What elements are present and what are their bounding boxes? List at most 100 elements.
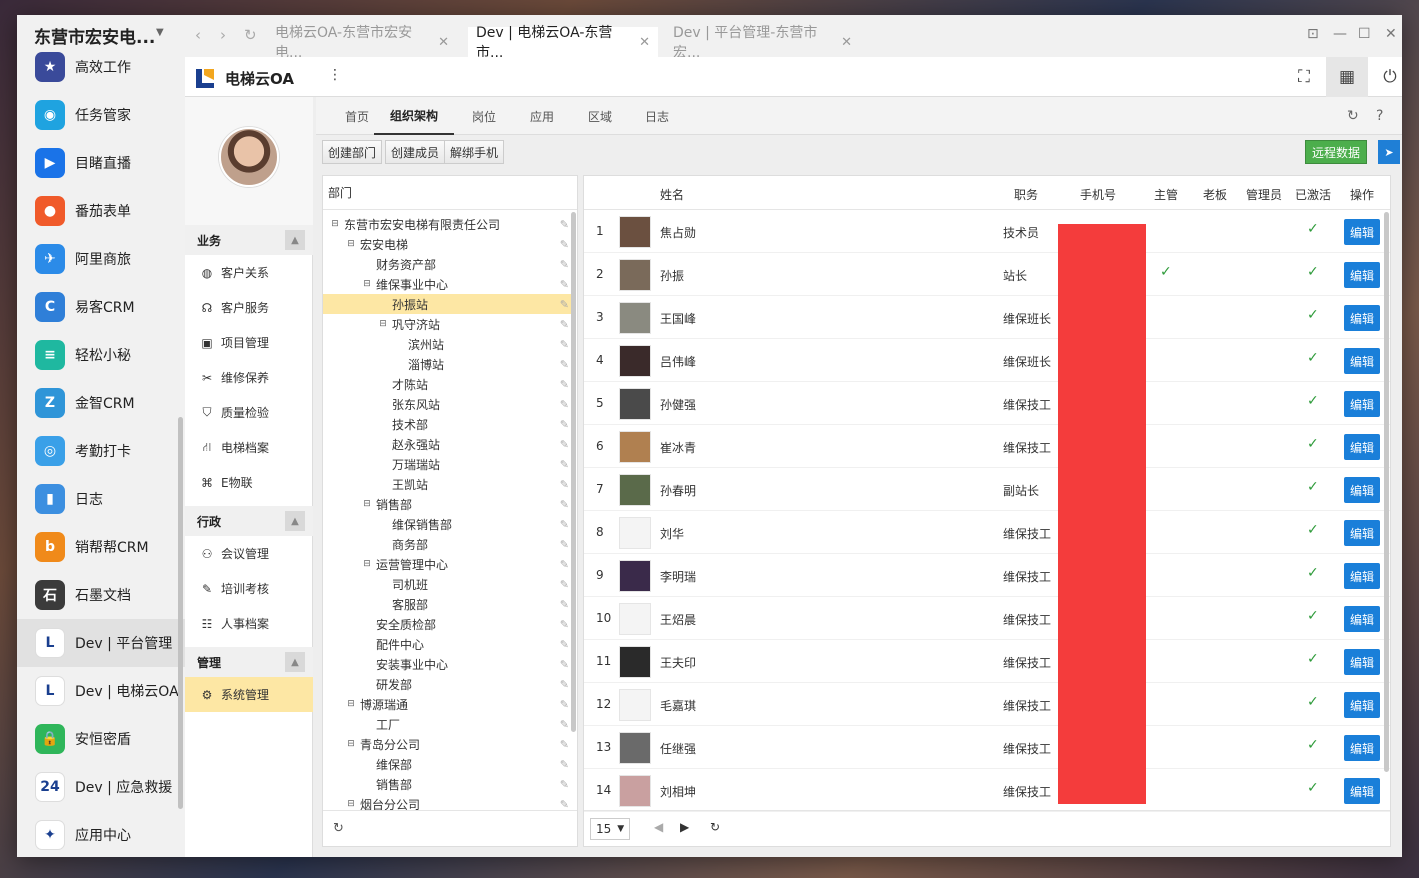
tree-node[interactable]: 财务资产部 ✎ [323,254,573,274]
dock-item[interactable]: b 销帮帮CRM [17,523,185,571]
dock-item[interactable]: ✈ 阿里商旅 [17,235,185,283]
remote-data-button[interactable]: 远程数据 [1305,140,1368,164]
collapse-icon[interactable]: ▲ [285,511,305,531]
sidebar-section-header[interactable]: 管理 ▲ [185,647,313,677]
edit-button[interactable]: 编辑 [1344,305,1380,331]
close-icon[interactable]: ✕ [841,35,852,50]
collapse-toggle-icon[interactable]: ⊟ [345,699,357,709]
help-icon[interactable]: ? [1376,108,1383,124]
edit-pencil-icon[interactable]: ✎ [560,238,569,251]
tree-node[interactable]: 安装事业中心 ✎ [323,654,573,674]
table-row[interactable]: 11 王夫印 维保技工 ✓ 编辑 [584,640,1390,683]
sidebar-item[interactable]: ▣ 项目管理 [185,325,313,360]
edit-pencil-icon[interactable]: ✎ [560,358,569,371]
prev-page-icon[interactable]: ◀ [654,820,663,834]
pin-icon[interactable]: ⊡ [1307,26,1319,42]
edit-button[interactable]: 编辑 [1344,219,1380,245]
edit-pencil-icon[interactable]: ✎ [560,258,569,271]
tab-dev-platform[interactable]: Dev | 平台管理-东营市宏... ✕ [665,25,860,61]
sidebar-item[interactable]: ⚇ 会议管理 [185,536,313,571]
forward-icon[interactable]: › [220,26,226,44]
edit-pencil-icon[interactable]: ✎ [560,478,569,491]
tab-4[interactable]: 区域 [572,97,628,135]
power-icon[interactable]: ⏻ [1369,57,1402,97]
tab-3[interactable]: 应用 [514,97,570,135]
edit-button[interactable]: 编辑 [1344,477,1380,503]
edit-pencil-icon[interactable]: ✎ [560,578,569,591]
tab-elevator-oa[interactable]: 电梯云OA-东营市宏安电... ✕ [267,25,457,61]
tree-node[interactable]: 滨州站 ✎ [323,334,573,354]
collapse-toggle-icon[interactable]: ⊟ [345,799,357,809]
edit-pencil-icon[interactable]: ✎ [560,498,569,511]
dock-item[interactable]: ≡ 轻松小秘 [17,331,185,379]
table-row[interactable]: 2 孙振 站长 ✓ ✓ 编辑 [584,253,1390,296]
edit-pencil-icon[interactable]: ✎ [560,398,569,411]
tree-node[interactable]: ⊟ 青岛分公司 ✎ [323,734,573,754]
col-phone[interactable]: 手机号 [1080,186,1116,203]
refresh-icon[interactable]: ↻ [333,821,344,836]
edit-pencil-icon[interactable]: ✎ [560,418,569,431]
tree-node[interactable]: 张东风站 ✎ [323,394,573,414]
edit-pencil-icon[interactable]: ✎ [560,778,569,791]
tab-2[interactable]: 岗位 [456,97,512,135]
edit-pencil-icon[interactable]: ✎ [560,618,569,631]
tree-node[interactable]: 万瑞瑞站 ✎ [323,454,573,474]
sidebar-item[interactable]: ✎ 培训考核 [185,571,313,606]
refresh-icon[interactable]: ↻ [710,820,720,834]
close-icon[interactable]: ✕ [438,35,449,50]
table-row[interactable]: 6 崔冰青 维保技工 ✓ 编辑 [584,425,1390,468]
unbind-phone-button[interactable]: 解绑手机 [444,140,505,164]
table-row[interactable]: 3 王国峰 维保班长 ✓ 编辑 [584,296,1390,339]
dock-item[interactable]: 石石墨文档 [17,571,185,619]
table-row[interactable]: 14 刘相坤 维保技工 ✓ 编辑 [584,769,1390,812]
tree-node[interactable]: 安全质检部 ✎ [323,614,573,634]
sidebar-item[interactable]: ☊ 客户服务 [185,290,313,325]
edit-button[interactable]: 编辑 [1344,391,1380,417]
edit-button[interactable]: 编辑 [1344,692,1380,718]
sidebar-item[interactable]: ⛉ 质量检验 [185,395,313,430]
edit-pencil-icon[interactable]: ✎ [560,758,569,771]
tree-node[interactable]: 技术部 ✎ [323,414,573,434]
collapse-toggle-icon[interactable]: ⊟ [377,319,389,329]
back-icon[interactable]: ‹ [195,26,201,44]
collapse-toggle-icon[interactable]: ⊟ [361,499,373,509]
edit-pencil-icon[interactable]: ✎ [560,718,569,731]
edit-pencil-icon[interactable]: ✎ [560,738,569,751]
dock-item[interactable]: ▮ 日志 [17,475,185,523]
chevron-down-icon[interactable]: ▼ [156,27,164,38]
cursor-icon[interactable]: ➤ [1378,140,1400,164]
edit-pencil-icon[interactable]: ✎ [560,558,569,571]
close-window-icon[interactable]: ✕ [1385,26,1397,42]
map-icon[interactable]: ⛶ [1283,57,1325,97]
edit-pencil-icon[interactable]: ✎ [560,598,569,611]
edit-pencil-icon[interactable]: ✎ [560,338,569,351]
sidebar-item[interactable]: ☷ 人事档案 [185,606,313,641]
edit-pencil-icon[interactable]: ✎ [560,678,569,691]
collapse-toggle-icon[interactable]: ⊟ [361,279,373,289]
edit-button[interactable]: 编辑 [1344,649,1380,675]
table-row[interactable]: 10 王炤晨 维保技工 ✓ 编辑 [584,597,1390,640]
tree-node[interactable]: ⊟ 销售部 ✎ [323,494,573,514]
reload-icon[interactable]: ↻ [244,26,257,44]
tree-node[interactable]: ⊟ 东营市宏安电梯有限责任公司 ✎ [323,214,573,234]
edit-pencil-icon[interactable]: ✎ [560,298,569,311]
table-row[interactable]: 5 孙健强 维保技工 ✓ 编辑 [584,382,1390,425]
edit-button[interactable]: 编辑 [1344,778,1380,804]
tree-scrollbar[interactable] [571,212,576,732]
collapse-toggle-icon[interactable]: ⊟ [345,239,357,249]
table-row[interactable]: 4 吕伟峰 维保班长 ✓ 编辑 [584,339,1390,382]
edit-pencil-icon[interactable]: ✎ [560,658,569,671]
col-supervisor[interactable]: 主管 [1154,186,1178,203]
tree-node[interactable]: ⊟ 宏安电梯 ✎ [323,234,573,254]
edit-button[interactable]: 编辑 [1344,606,1380,632]
edit-button[interactable]: 编辑 [1344,262,1380,288]
edit-pencil-icon[interactable]: ✎ [560,318,569,331]
collapse-icon[interactable]: ▲ [285,230,305,250]
tree-node[interactable]: ⊟ 运营管理中心 ✎ [323,554,573,574]
tree-node[interactable]: 司机班 ✎ [323,574,573,594]
sidebar-section-header[interactable]: 业务 ▲ [185,225,313,255]
sidebar-item[interactable]: ◍ 客户关系 [185,255,313,290]
dock-item[interactable]: ◎ 考勤打卡 [17,427,185,475]
sidebar-item[interactable]: ⚙ 系统管理 [185,677,313,712]
edit-pencil-icon[interactable]: ✎ [560,218,569,231]
